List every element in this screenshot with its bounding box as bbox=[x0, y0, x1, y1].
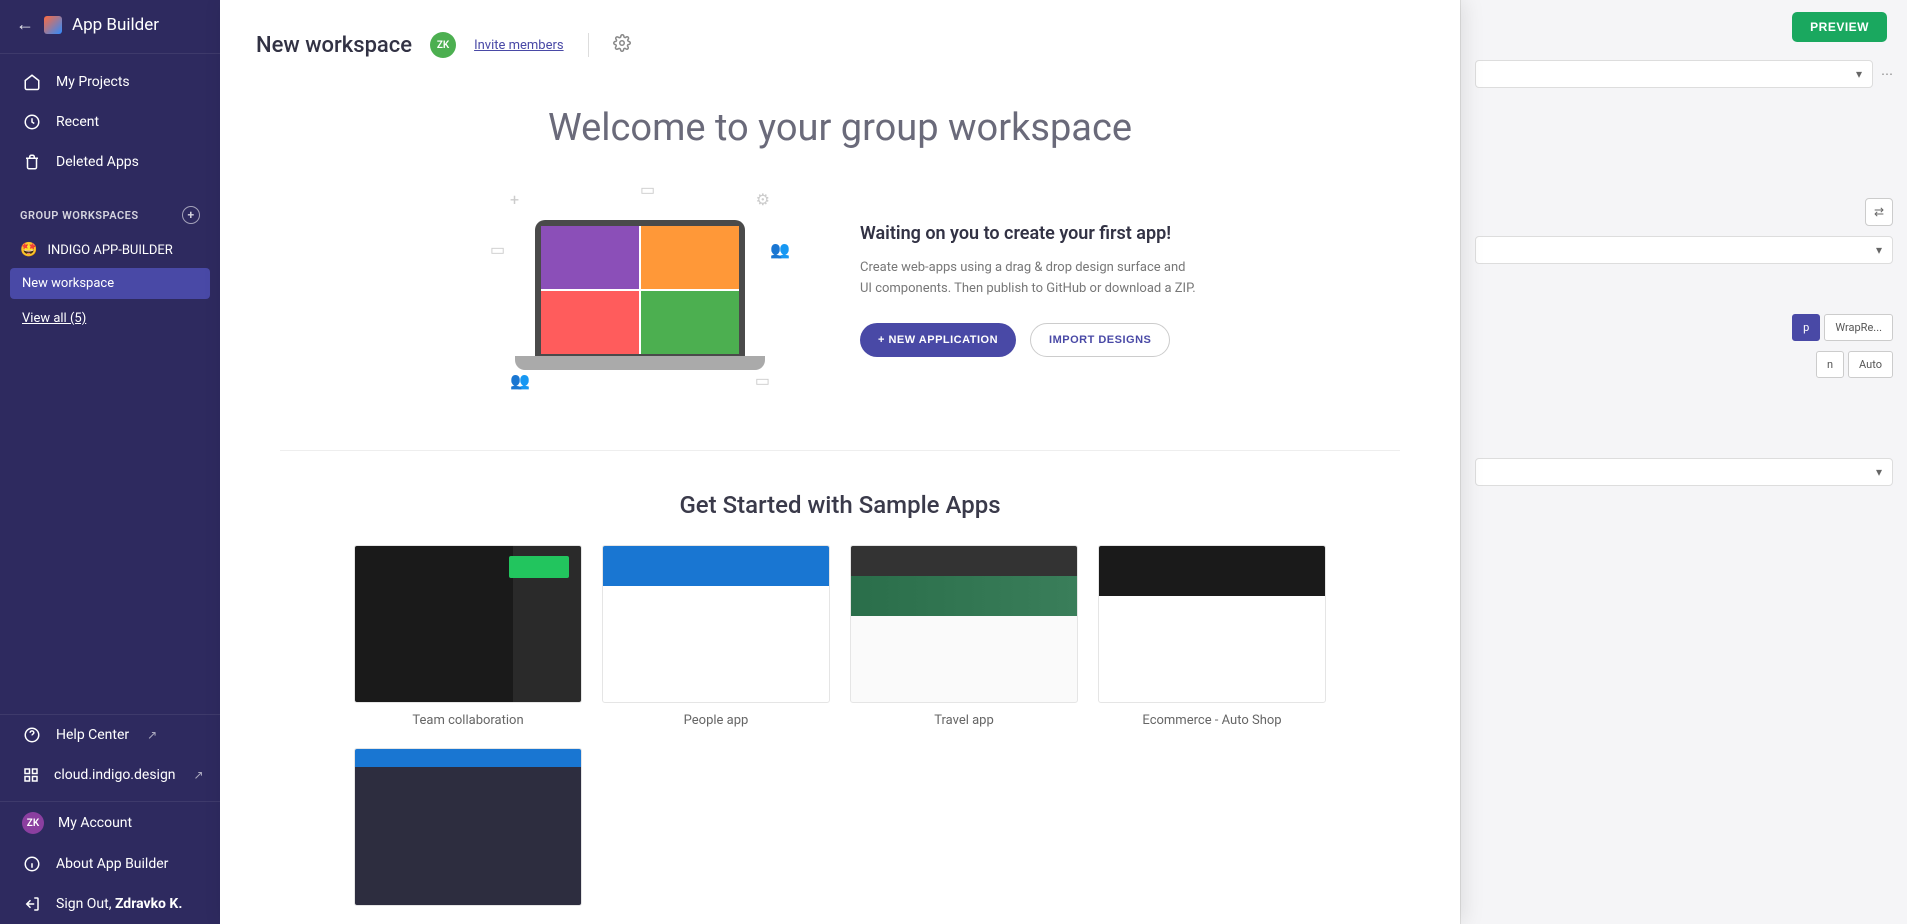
nav-cloud-indigo[interactable]: cloud.indigo.design ↗ bbox=[0, 755, 220, 795]
help-icon bbox=[22, 725, 42, 745]
sample-card-ecommerce[interactable]: Ecommerce - Auto Shop bbox=[1098, 545, 1326, 728]
people-icon: 👥 bbox=[770, 240, 790, 259]
nav-label: About App Builder bbox=[56, 856, 168, 872]
design-properties-panel: PREVIEW ▾ ⋯ ⇄ ▾ p WrapRe... n Auto ▾ bbox=[1460, 0, 1907, 924]
welcome-illustration: + ⚙ ▭ 👥 👥 ▭ ▭ bbox=[480, 180, 800, 400]
app-name: App Builder bbox=[72, 15, 159, 35]
welcome-title: Welcome to your group workspace bbox=[220, 106, 1460, 150]
sample-card-team-collaboration[interactable]: Team collaboration bbox=[354, 545, 582, 728]
import-designs-button[interactable]: IMPORT DESIGNS bbox=[1030, 323, 1170, 357]
logout-icon bbox=[22, 894, 42, 914]
home-icon bbox=[22, 72, 42, 92]
workspace-item-indigo[interactable]: 🤩 INDIGO APP-BUILDER bbox=[0, 234, 220, 266]
swap-icon[interactable]: ⇄ bbox=[1865, 198, 1893, 226]
nav-label: Deleted Apps bbox=[56, 154, 139, 170]
sample-thumbnail bbox=[354, 545, 582, 703]
section-title: GROUP WORKSPACES bbox=[20, 209, 139, 222]
workspace-item-new[interactable]: New workspace bbox=[10, 268, 210, 299]
decorative-icon: + bbox=[510, 190, 519, 209]
property-dropdown[interactable]: ▾ bbox=[1475, 60, 1873, 88]
app-logo-icon bbox=[44, 16, 62, 34]
nav-deleted-apps[interactable]: Deleted Apps bbox=[0, 142, 220, 182]
info-icon bbox=[22, 854, 42, 874]
divider bbox=[588, 33, 589, 57]
sample-card-travel-app[interactable]: Travel app bbox=[850, 545, 1078, 728]
back-arrow-icon[interactable]: ← bbox=[16, 14, 34, 35]
nav-sign-out[interactable]: Sign Out, Zdravko K. bbox=[0, 884, 220, 924]
sample-card-fintech[interactable] bbox=[354, 748, 582, 906]
workspace-label: INDIGO APP-BUILDER bbox=[47, 243, 172, 258]
invite-members-link[interactable]: Invite members bbox=[474, 38, 564, 53]
more-icon[interactable]: ⋯ bbox=[1881, 67, 1893, 81]
sample-thumbnail bbox=[602, 545, 830, 703]
gear-icon[interactable] bbox=[613, 34, 631, 56]
wrap-pill-active[interactable]: p bbox=[1792, 314, 1820, 341]
decorative-icon: 👥 bbox=[510, 371, 530, 390]
nav-label: Sign Out, Zdravko K. bbox=[56, 896, 182, 912]
samples-title: Get Started with Sample Apps bbox=[220, 491, 1460, 519]
property-dropdown-2[interactable]: ▾ bbox=[1475, 236, 1893, 264]
size-pill[interactable]: n bbox=[1816, 351, 1844, 378]
avatar: ZK bbox=[430, 32, 456, 58]
nav-label: cloud.indigo.design bbox=[54, 767, 176, 783]
nav-my-projects[interactable]: My Projects bbox=[0, 62, 220, 102]
sample-label: People app bbox=[602, 713, 830, 728]
external-link-icon: ↗ bbox=[147, 728, 157, 742]
sidebar: ← App Builder My Projects Recent Deleted… bbox=[0, 0, 220, 924]
nav-label: My Account bbox=[58, 815, 132, 831]
workspace-label: New workspace bbox=[22, 276, 114, 291]
clock-icon bbox=[22, 112, 42, 132]
nav-about[interactable]: About App Builder bbox=[0, 844, 220, 884]
view-all-link[interactable]: View all (5) bbox=[0, 301, 220, 336]
nav-label: My Projects bbox=[56, 74, 130, 90]
property-dropdown-3[interactable]: ▾ bbox=[1475, 458, 1893, 486]
decorative-icon: ▭ bbox=[640, 180, 655, 199]
auto-pill[interactable]: Auto bbox=[1848, 351, 1893, 378]
decorative-icon: ▭ bbox=[755, 371, 770, 390]
sample-thumbnail bbox=[354, 748, 582, 906]
nav-label: Help Center bbox=[56, 727, 129, 743]
nav-my-account[interactable]: ZK My Account bbox=[0, 802, 220, 844]
sample-thumbnail bbox=[1098, 545, 1326, 703]
sample-label: Travel app bbox=[850, 713, 1078, 728]
grid-icon bbox=[22, 765, 40, 785]
external-link-icon: ↗ bbox=[194, 768, 204, 782]
sidebar-header: ← App Builder bbox=[0, 0, 220, 54]
decorative-icon: ▭ bbox=[490, 240, 505, 259]
workspace-panel: New workspace ZK Invite members Welcome … bbox=[220, 0, 1460, 924]
nav-help-center[interactable]: Help Center ↗ bbox=[0, 715, 220, 755]
page-title: New workspace bbox=[256, 33, 412, 58]
new-application-button[interactable]: + NEW APPLICATION bbox=[860, 323, 1016, 357]
first-app-description: Create web-apps using a drag & drop desi… bbox=[860, 258, 1200, 300]
avatar: ZK bbox=[22, 812, 44, 834]
sample-label: Ecommerce - Auto Shop bbox=[1098, 713, 1326, 728]
nav-recent[interactable]: Recent bbox=[0, 102, 220, 142]
wrap-pill[interactable]: WrapRe... bbox=[1824, 314, 1893, 341]
emoji-icon: 🤩 bbox=[20, 242, 37, 258]
preview-button[interactable]: PREVIEW bbox=[1792, 12, 1887, 42]
add-workspace-icon[interactable]: + bbox=[182, 206, 200, 224]
sample-label: Team collaboration bbox=[354, 713, 582, 728]
sample-card-people-app[interactable]: People app bbox=[602, 545, 830, 728]
first-app-heading: Waiting on you to create your first app! bbox=[860, 223, 1200, 244]
trash-icon bbox=[22, 152, 42, 172]
gear-icon: ⚙ bbox=[756, 190, 770, 209]
nav-label: Recent bbox=[56, 114, 99, 130]
sample-thumbnail bbox=[850, 545, 1078, 703]
